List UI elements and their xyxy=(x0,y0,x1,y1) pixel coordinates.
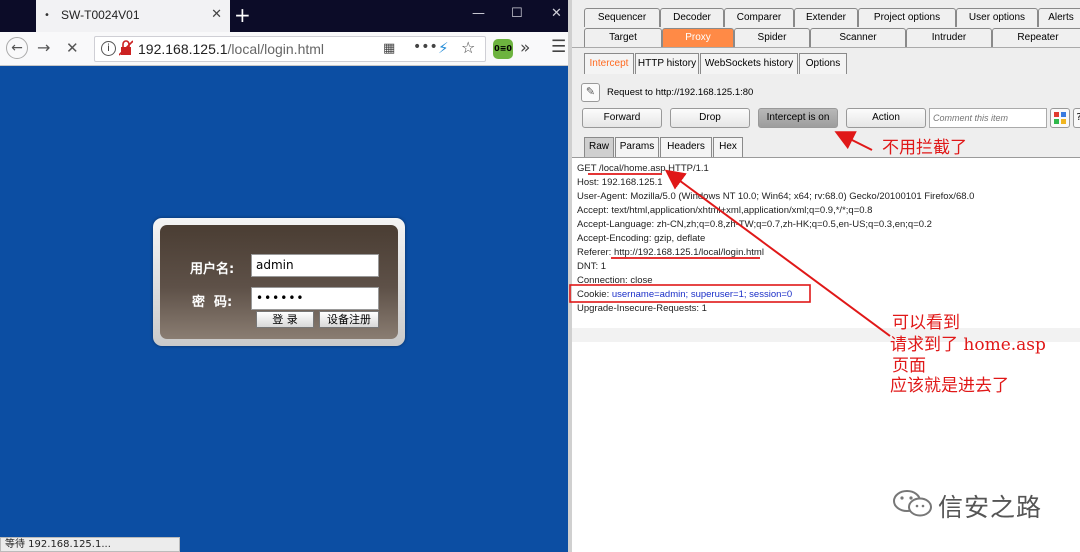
bolt-icon[interactable]: ⚡ xyxy=(438,39,449,57)
highlight-color-icon[interactable] xyxy=(1050,108,1070,128)
tab-repeater[interactable]: Repeater xyxy=(992,28,1080,47)
tab-project-options[interactable]: Project options xyxy=(858,8,956,27)
maximize-icon[interactable]: ☐ xyxy=(511,6,523,21)
proxy-subtabs: Intercept HTTP history WebSockets histor… xyxy=(572,48,1080,78)
connection-header: Connection: close xyxy=(577,275,653,286)
url-host: 192.168.125.1 xyxy=(138,41,228,57)
password-input[interactable]: •••••• xyxy=(251,287,379,310)
qr-code-icon[interactable]: ▦ xyxy=(383,41,395,56)
tab-sequencer[interactable]: Sequencer xyxy=(584,8,660,27)
username-label: 用户名: xyxy=(190,262,235,277)
tab-decoder[interactable]: Decoder xyxy=(660,8,724,27)
tab-intruder[interactable]: Intruder xyxy=(906,28,992,47)
help-icon[interactable]: ? xyxy=(1073,108,1080,128)
insecure-lock-icon xyxy=(118,40,134,60)
firefox-window: • SW-T0024V01 ✕ + — ☐ ✕ ← → ✕ i 192.168.… xyxy=(0,0,568,552)
hamburger-menu-icon[interactable]: ☰ xyxy=(551,37,566,57)
cookie-superuser: superuser=1; xyxy=(690,289,747,300)
new-tab-button[interactable]: + xyxy=(234,4,251,26)
tab-proxy[interactable]: Proxy xyxy=(662,28,734,47)
forward-button[interactable]: Forward xyxy=(582,108,662,128)
login-button[interactable]: 登 录 xyxy=(256,311,314,328)
tab-options[interactable]: Options xyxy=(799,53,847,74)
cookie-username: username=admin; xyxy=(611,289,689,300)
tab-params[interactable]: Params xyxy=(615,137,659,157)
extension-icon[interactable]: 0≡0 xyxy=(493,39,513,59)
tab-intercept[interactable]: Intercept xyxy=(584,53,634,74)
status-bar: 等待 192.168.125.1... xyxy=(0,537,180,552)
tab-title: SW-T0024V01 xyxy=(61,8,140,22)
upgrade-insecure-header: Upgrade-Insecure-Requests: 1 xyxy=(577,303,707,314)
window-close-icon[interactable]: ✕ xyxy=(551,6,562,21)
cookie-header: Cookie: username=admin; superuser=1; ses… xyxy=(577,289,792,301)
drop-button[interactable]: Drop xyxy=(670,108,750,128)
url-text: 192.168.125.1/local/login.html xyxy=(138,41,324,57)
register-device-button[interactable]: 设备注册 xyxy=(319,311,379,328)
request-target: Request to http://192.168.125.1:80 xyxy=(607,87,754,98)
tab-hex[interactable]: Hex xyxy=(713,137,743,157)
url-path: /local/login.html xyxy=(227,41,325,57)
user-agent-header: User-Agent: Mozilla/5.0 (Windows NT 10.0… xyxy=(577,191,975,202)
burp-suite-window: Sequencer Decoder Comparer Extender Proj… xyxy=(568,0,1080,552)
intercept-toolbar: Forward Drop Intercept is on Action ? xyxy=(572,106,1080,132)
forward-button[interactable]: → xyxy=(37,38,50,58)
tab-user-options[interactable]: User options xyxy=(956,8,1038,27)
host-header: Host: 192.168.125.1 xyxy=(577,177,663,188)
burp-main-tabs: Sequencer Decoder Comparer Extender Proj… xyxy=(572,0,1080,48)
dnt-header: DNT: 1 xyxy=(577,261,607,272)
login-panel: 用户名: admin 密 码: •••••• 登 录 设备注册 xyxy=(153,218,405,346)
comment-input[interactable] xyxy=(929,108,1047,128)
accept-encoding-header: Accept-Encoding: gzip, deflate xyxy=(577,233,706,244)
bookmark-star-icon[interactable]: ☆ xyxy=(461,38,475,57)
tab-extender[interactable]: Extender xyxy=(794,8,858,27)
referer-header: Referer: http://192.168.125.1/local/logi… xyxy=(577,247,764,258)
url-bar[interactable]: i 192.168.125.1/local/login.html ▦ ••• ⚡… xyxy=(94,36,486,62)
tab-raw[interactable]: Raw xyxy=(584,137,614,157)
tab-http-history[interactable]: HTTP history xyxy=(635,53,699,74)
request-info-bar: ✎ Request to http://192.168.125.1:80 xyxy=(572,78,1080,106)
tab-target[interactable]: Target xyxy=(584,28,662,47)
tab-comparer[interactable]: Comparer xyxy=(724,8,794,27)
message-view-tabs: Raw Params Headers Hex xyxy=(572,132,1080,158)
tab-scanner[interactable]: Scanner xyxy=(810,28,906,47)
navigation-bar: ← → ✕ i 192.168.125.1/local/login.html ▦… xyxy=(0,32,568,66)
accept-language-header: Accept-Language: zh-CN,zh;q=0.8,zh-TW;q=… xyxy=(577,219,932,230)
cookie-session: session=0 xyxy=(749,289,793,300)
back-button[interactable]: ← xyxy=(6,37,28,59)
tab-bar: • SW-T0024V01 ✕ + — ☐ ✕ xyxy=(0,0,568,32)
page-actions-icon[interactable]: ••• xyxy=(413,39,438,55)
tab-headers[interactable]: Headers xyxy=(660,137,712,157)
password-label: 密 码: xyxy=(192,295,233,310)
tab-bullet-icon: • xyxy=(44,10,50,21)
stop-button[interactable]: ✕ xyxy=(66,38,79,58)
overflow-menu-icon[interactable]: » xyxy=(520,38,530,58)
request-editor[interactable]: GET /local/home.asp HTTP/1.1 Host: 192.1… xyxy=(572,158,1080,552)
username-input[interactable]: admin xyxy=(251,254,379,277)
browser-tab[interactable]: • SW-T0024V01 ✕ xyxy=(36,0,230,32)
tab-spider[interactable]: Spider xyxy=(734,28,810,47)
cookie-prefix: Cookie: xyxy=(577,289,612,300)
minimize-icon[interactable]: — xyxy=(472,6,485,21)
intercept-toggle-button[interactable]: Intercept is on xyxy=(758,108,838,128)
action-button[interactable]: Action xyxy=(846,108,926,128)
tab-websockets-history[interactable]: WebSockets history xyxy=(700,53,798,74)
request-line: GET /local/home.asp HTTP/1.1 xyxy=(577,163,709,174)
tab-alerts[interactable]: Alerts xyxy=(1038,8,1080,27)
editor-divider xyxy=(572,328,1080,342)
pencil-icon[interactable]: ✎ xyxy=(581,83,600,102)
screenshot: • SW-T0024V01 ✕ + — ☐ ✕ ← → ✕ i 192.168.… xyxy=(0,0,1080,552)
accept-header: Accept: text/html,application/xhtml+xml,… xyxy=(577,205,873,216)
site-info-icon[interactable]: i xyxy=(101,41,116,56)
tab-close-icon[interactable]: ✕ xyxy=(211,7,222,22)
login-form: 用户名: admin 密 码: •••••• 登 录 设备注册 xyxy=(160,225,398,339)
